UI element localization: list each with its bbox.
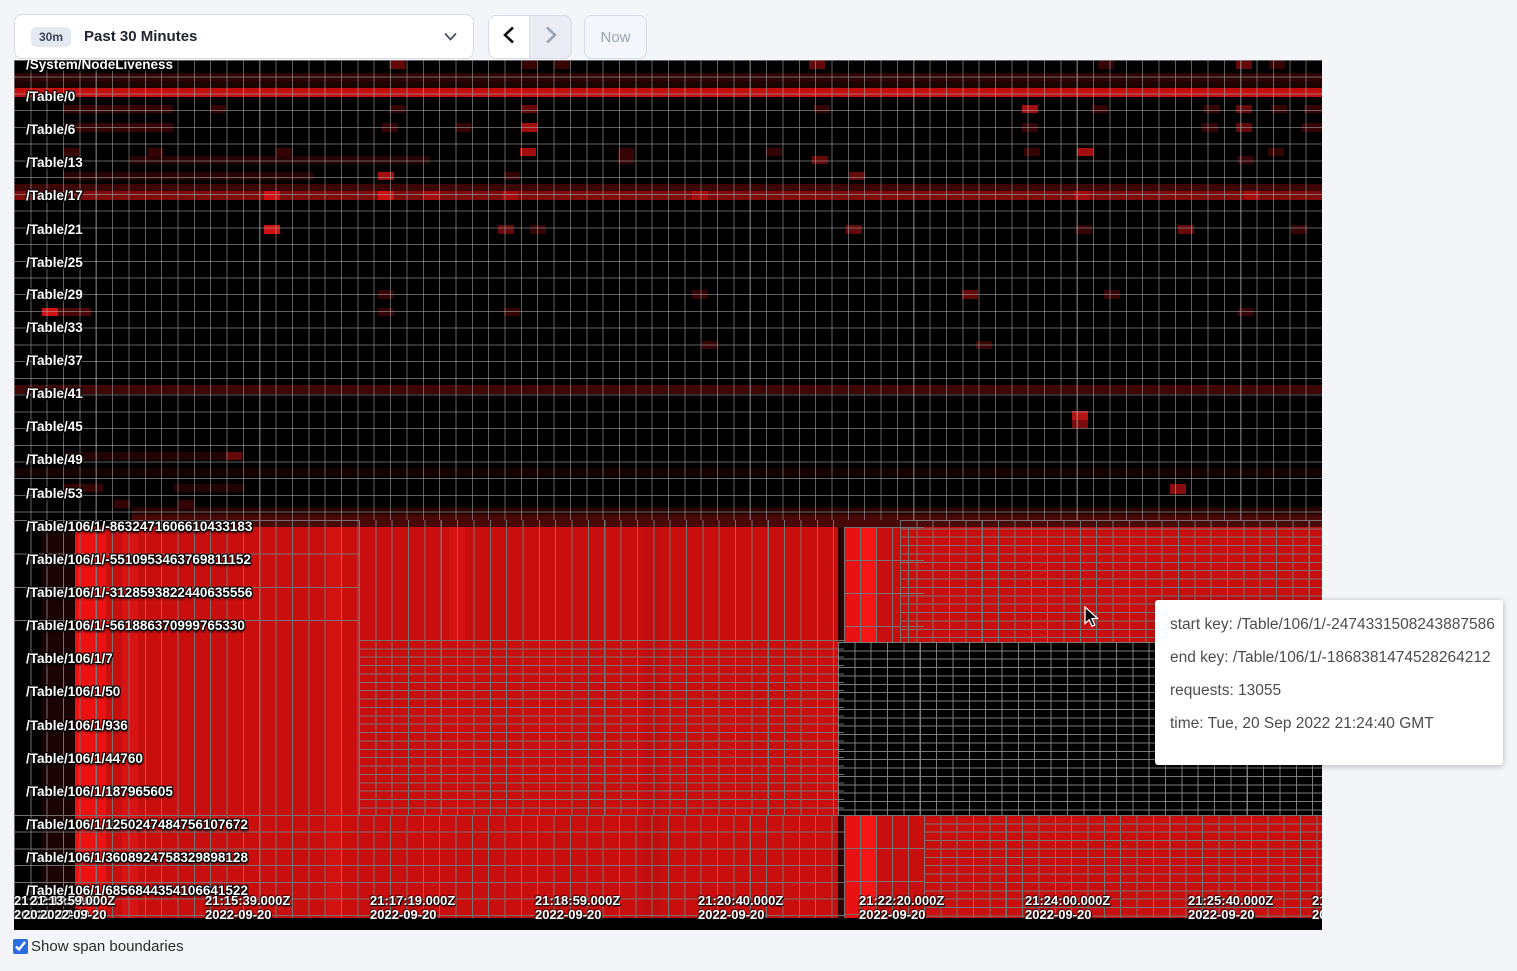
row-label: /Table/106/1/936	[26, 718, 128, 734]
row-label: /Table/25	[26, 255, 83, 271]
date-tick-label: 2022-09-20	[40, 907, 107, 922]
date-tick-label: 2022-09-20	[1188, 907, 1255, 922]
grid-overlay	[359, 520, 844, 640]
time-tick-label: 21:17:19.000Z	[370, 893, 455, 908]
span-boundaries-row: Show span boundaries	[13, 938, 184, 955]
tooltip-end-key: end key: /Table/106/1/-18683814745282642…	[1170, 649, 1489, 667]
timeframe-label: Past 30 Minutes	[84, 28, 197, 45]
tooltip-start-key: start key: /Table/106/1/-247433150824388…	[1170, 616, 1489, 634]
grid-overlay	[14, 60, 1322, 520]
row-label: /Table/41	[26, 386, 83, 402]
date-tick-label: 2022-09-20	[205, 907, 272, 922]
row-label: /Table/13	[26, 155, 83, 171]
date-tick-label: 2022-09-20	[859, 907, 926, 922]
heatmap-tooltip: start key: /Table/106/1/-247433150824388…	[1155, 600, 1503, 765]
row-label: /Table/21	[26, 222, 83, 238]
row-label: /Table/37	[26, 353, 83, 369]
timeframe-select[interactable]: 30m Past 30 Minutes	[14, 14, 474, 59]
time-tick-label: 21:27:20.000Z	[1312, 893, 1322, 908]
row-label: /Table/106/1/7	[26, 651, 113, 667]
time-tick-label: 21:18:59.000Z	[535, 893, 620, 908]
row-label: /Table/106/1/3608924758329898128	[26, 850, 248, 866]
timeframe-badge: 30m	[31, 27, 71, 47]
date-tick-label: 2022-09-20	[1025, 907, 1092, 922]
row-label: /System/NodeLiveness	[26, 60, 173, 73]
row-label: /Table/106/1/1250247484756107672	[26, 817, 248, 833]
row-label: /Table/6	[26, 122, 75, 138]
time-nav-group	[488, 15, 572, 59]
chevron-left-icon	[503, 26, 515, 49]
key-visualizer-page: 30m Past 30 Minutes Now /System/NodeLive…	[0, 0, 1517, 971]
row-label: /Table/33	[26, 320, 83, 336]
date-tick-label: 2022-09-20	[1312, 907, 1322, 922]
time-tick-label: 21:24:00.000Z	[1025, 893, 1110, 908]
row-label: /Table/106/1/-561886370999765330	[26, 618, 245, 634]
row-label: /Table/53	[26, 486, 83, 502]
row-label: /Table/106/1/-3128593822440635556	[26, 585, 252, 601]
row-label: /Table/45	[26, 419, 83, 435]
row-label: /Table/17	[26, 188, 83, 204]
row-label: /Table/106/1/44760	[26, 751, 143, 767]
time-tick-label: 21:15:39.000Z	[205, 893, 290, 908]
chevron-right-icon	[545, 26, 557, 49]
now-button[interactable]: Now	[584, 15, 647, 59]
heatmap[interactable]: /System/NodeLiveness/Table/0/Table/6/Tab…	[14, 60, 1322, 930]
row-label: /Table/106/1/-8632471606610433183	[26, 519, 252, 535]
date-tick-label: 2022-09-20	[698, 907, 765, 922]
previous-timeframe-button[interactable]	[488, 15, 530, 59]
chevron-down-icon	[444, 32, 457, 41]
tooltip-requests: requests: 13055	[1170, 682, 1489, 700]
row-label: /Table/29	[26, 287, 83, 303]
date-tick-label: 2022-09-20	[535, 907, 602, 922]
tooltip-time: time: Tue, 20 Sep 2022 21:24:40 GMT	[1170, 715, 1489, 733]
time-tick-label: 21:22:20.000Z	[859, 893, 944, 908]
grid-overlay	[359, 640, 844, 815]
date-tick-label: 2022-09-20	[370, 907, 437, 922]
time-tick-label: 21:25:40.000Z	[1188, 893, 1273, 908]
time-tick-label: 21:13:59.000Z	[30, 893, 115, 908]
next-timeframe-button[interactable]	[530, 15, 572, 59]
row-label: /Table/49	[26, 452, 83, 468]
time-tick-label: 21:20:40.000Z	[698, 893, 783, 908]
row-label: /Table/0	[26, 89, 75, 105]
row-label: /Table/106/1/187965605	[26, 784, 173, 800]
show-span-boundaries-label[interactable]: Show span boundaries	[31, 938, 184, 955]
row-label: /Table/106/1/50	[26, 684, 120, 700]
show-span-boundaries-checkbox[interactable]	[13, 939, 28, 954]
row-label: /Table/106/1/-5510953463769811152	[26, 552, 251, 568]
